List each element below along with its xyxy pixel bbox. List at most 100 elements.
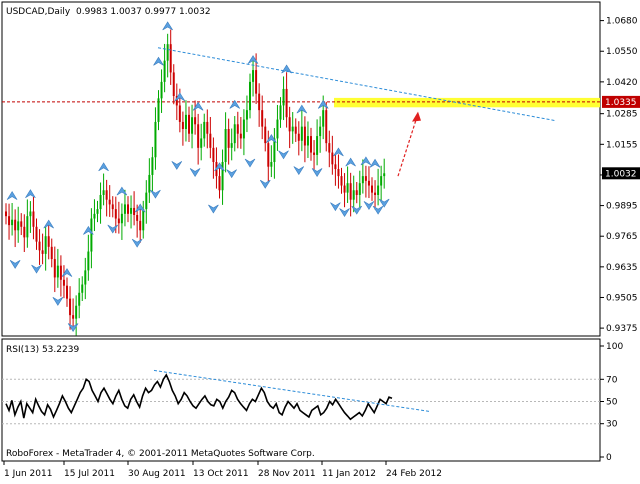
candle-bear [310,136,312,153]
candle-bear [371,185,373,193]
candle-bull [130,207,133,214]
candle-bull [56,265,59,278]
candle-bear [212,147,215,162]
candle-bear [47,236,50,247]
candle-bull [361,176,364,184]
x-axis-tick-label: 24 Feb 2012 [386,469,442,479]
candle-bear [23,226,26,238]
candle-bear [20,221,23,227]
candle-bear [334,164,337,170]
candle-bull [78,292,81,306]
candle-bear [111,204,114,210]
candle-bear [5,211,7,217]
candle-bull [346,183,349,193]
candle-bear [367,180,370,186]
rsi-y-tick-label: 100 [606,342,623,352]
rsi-y-tick-label: 50 [606,398,618,408]
copyright-footer: RoboForex - MetaTrader 4, © 2001-2011 Me… [6,449,315,459]
candle-bear [38,241,41,251]
candle-bear [264,126,267,144]
candle-bear [117,218,120,224]
candle-bull [352,190,355,200]
candle-bear [69,298,72,316]
candle-bull [154,121,157,158]
candle-bear [349,183,352,200]
candle-bear [206,121,209,134]
candle-bull [81,284,84,293]
candle-bull [142,209,145,231]
candle-bear [108,199,111,205]
candle-bear [374,192,377,195]
candle-bear [105,190,108,200]
candle-bear [53,259,56,278]
candle-bear [297,133,300,141]
candle-bear [136,215,139,221]
x-axis-tick-label: 11 Jan 2012 [322,469,376,479]
rsi-y-tick-label: 70 [606,375,618,385]
candle-bull [252,70,255,82]
candle-bear [178,105,181,122]
candle-bear [169,44,172,73]
candle-bull [276,119,279,139]
candle-bull [291,126,294,132]
candle-bear [288,117,291,132]
candle-bull [99,194,102,210]
candle-bull [123,204,126,214]
candle-bull [249,81,251,111]
candle-bear [114,209,117,219]
candle-bull [151,157,154,175]
candle-bull [306,136,309,146]
candle-bull [282,88,285,106]
candle-bear [303,126,306,146]
candle-bear [313,152,316,155]
price-y-tick-label: 1.0420 [606,78,638,88]
candle-bull [87,251,90,271]
candle-bull [102,190,105,195]
candle-bear [181,121,184,129]
price-y-tick-label: 0.9505 [606,293,638,303]
price-y-tick-label: 0.9765 [606,232,638,242]
candle-bear [328,143,331,153]
candle-bull [191,117,194,134]
chart-window: 1.06801.05501.04201.02851.01551.00250.98… [0,0,640,480]
x-axis-tick-label: 28 Nov 2011 [258,469,316,479]
candle-bear [239,133,242,139]
candle-bear [294,126,297,134]
x-axis-tick-label: 1 Jun 2011 [4,469,52,479]
candle-bear [41,250,44,254]
ohlc-header: 0.9983 1.0037 0.9977 1.0032 [76,7,211,17]
candle-bull [145,192,148,210]
candle-bear [127,204,129,214]
candle-bear [236,124,239,134]
x-axis-tick-label: 30 Aug 2011 [128,469,186,479]
candle-bull [90,218,93,252]
candle-bull [17,221,20,231]
candle-bear [255,70,258,94]
candle-bear [258,93,261,111]
candle-bull [383,173,386,177]
candle-bull [358,183,361,195]
candle-bull [224,128,227,162]
candle-bull [75,305,78,319]
rsi-chart-title: RSI(13) 53.2239 [6,345,79,355]
candle-bull [163,60,166,82]
candle-bear [261,110,264,127]
price-y-tick-label: 0.9895 [606,202,638,212]
candle-bear [325,110,328,144]
candle-bull [377,185,380,195]
candle-bear [227,128,230,148]
candle-bear [337,169,340,177]
chart-canvas: 1.06801.05501.04201.02851.01551.00250.98… [1,1,640,479]
candle-bull [322,110,325,127]
candle-bear [139,220,142,231]
price-y-tick-label: 1.0550 [606,47,638,57]
candle-bull [84,270,87,285]
candle-bear [8,216,11,226]
candle-bull [319,126,322,137]
candle-bull [233,124,236,144]
candle-bull [160,81,163,99]
candle-bear [66,285,68,299]
candle-bull [184,114,187,129]
candle-bull [29,211,32,217]
candle-bear [172,72,175,97]
